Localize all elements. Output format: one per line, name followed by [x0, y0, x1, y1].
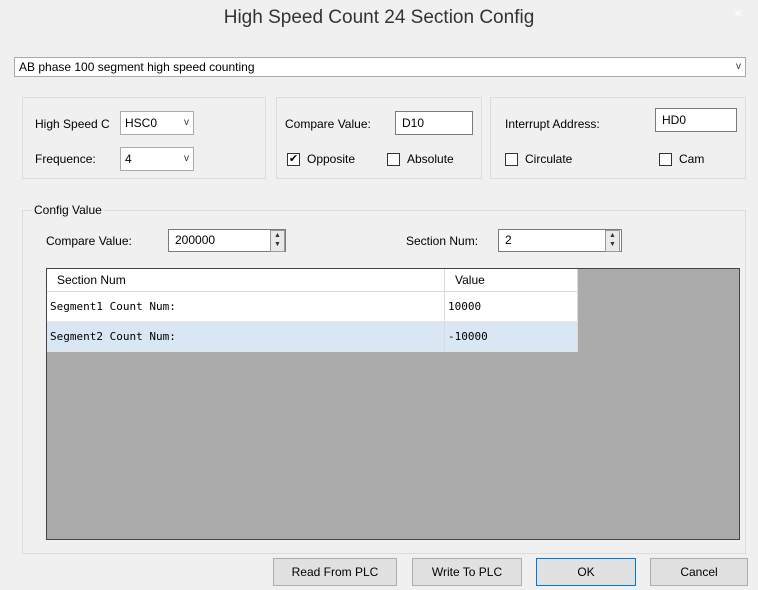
- config-compare-value: 200000: [175, 233, 216, 247]
- mode-select[interactable]: AB phase 100 segment high speed counting…: [14, 57, 746, 77]
- cancel-button[interactable]: Cancel: [650, 558, 748, 586]
- segment-value-cell[interactable]: -10000: [444, 321, 578, 352]
- section-spinner[interactable]: ▲ ▼: [605, 230, 620, 252]
- interrupt-address-input[interactable]: HD0: [655, 108, 737, 132]
- spin-down-icon[interactable]: ▼: [606, 240, 619, 249]
- frequence-label: Frequence:: [35, 152, 96, 166]
- segment-value-cell[interactable]: 10000: [444, 291, 578, 322]
- circulate-checkbox[interactable]: [505, 153, 518, 166]
- ok-button[interactable]: OK: [536, 558, 636, 586]
- column-header-section-num[interactable]: Section Num: [47, 269, 445, 292]
- opposite-checkbox[interactable]: ✔: [287, 153, 300, 166]
- table-row[interactable]: Segment2 Count Num: -10000: [47, 321, 578, 352]
- table-row[interactable]: Segment1 Count Num: 10000: [47, 291, 578, 322]
- cam-checkbox[interactable]: [659, 153, 672, 166]
- opposite-label: Opposite: [307, 152, 356, 166]
- read-from-plc-button[interactable]: Read From PLC: [273, 558, 397, 586]
- counter-select[interactable]: HSC0 v: [120, 111, 194, 135]
- counter-label: High Speed C: [35, 117, 110, 131]
- section-num-input[interactable]: 2: [498, 229, 622, 252]
- chevron-down-icon: v: [736, 61, 741, 72]
- interrupt-address-label: Interrupt Address:: [505, 117, 600, 131]
- chevron-down-icon: v: [184, 153, 189, 164]
- spin-down-icon[interactable]: ▼: [271, 240, 284, 249]
- section-grid: Section Num Value Segment1 Count Num: 10…: [46, 268, 740, 540]
- spin-up-icon[interactable]: ▲: [606, 231, 619, 240]
- title-bar: High Speed Count 24 Section Config ×: [0, 0, 758, 36]
- frequence-select-value: 4: [125, 152, 132, 166]
- table-header-row: Section Num Value: [47, 269, 578, 292]
- section-num-value: 2: [505, 233, 512, 247]
- close-icon[interactable]: ×: [718, 0, 758, 28]
- column-header-value[interactable]: Value: [444, 269, 578, 292]
- segment-name-cell: Segment1 Count Num:: [47, 291, 445, 322]
- config-compare-input[interactable]: 200000: [168, 229, 286, 252]
- circulate-label: Circulate: [525, 152, 573, 166]
- section-table: Section Num Value Segment1 Count Num: 10…: [47, 269, 578, 352]
- config-compare-label: Compare Value:: [46, 234, 132, 248]
- dialog-title: High Speed Count 24 Section Config: [223, 7, 535, 28]
- counter-select-value: HSC0: [125, 116, 158, 130]
- mode-select-value: AB phase 100 segment high speed counting: [19, 60, 255, 74]
- absolute-checkbox[interactable]: [387, 153, 400, 166]
- compare-group: Compare Value: D10 ✔ Opposite Absolute: [276, 97, 482, 179]
- section-num-label: Section Num:: [406, 234, 479, 248]
- frequence-select[interactable]: 4 v: [120, 147, 194, 171]
- segment-name-cell: Segment2 Count Num:: [47, 321, 445, 352]
- compare-value-label: Compare Value:: [285, 117, 371, 131]
- compare-value-input[interactable]: D10: [395, 111, 473, 135]
- write-to-plc-button[interactable]: Write To PLC: [412, 558, 522, 586]
- config-value-legend: Config Value: [32, 203, 104, 217]
- chevron-down-icon: v: [184, 117, 189, 128]
- spin-up-icon[interactable]: ▲: [271, 231, 284, 240]
- cam-label: Cam: [679, 152, 705, 166]
- interrupt-group: Interrupt Address: HD0 Circulate Cam: [490, 97, 746, 179]
- counter-group: High Speed C HSC0 v Frequence: 4 v: [22, 97, 266, 179]
- compare-spinner[interactable]: ▲ ▼: [270, 230, 285, 252]
- config-dialog: High Speed Count 24 Section Config × AB …: [0, 0, 758, 590]
- absolute-label: Absolute: [407, 152, 454, 166]
